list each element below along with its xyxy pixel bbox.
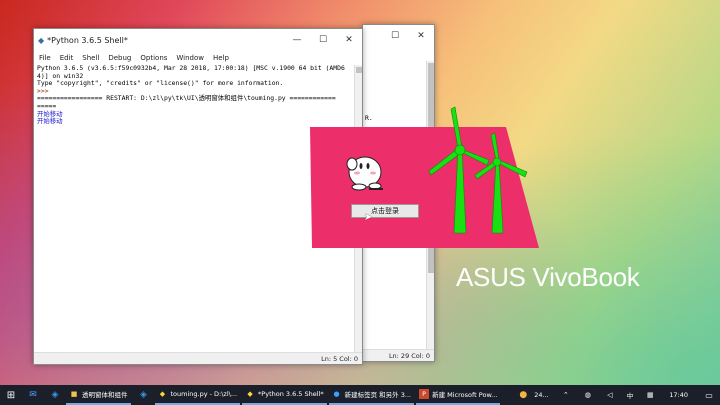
pinned-app-icon[interactable]: ✉ bbox=[25, 387, 41, 403]
network-icon[interactable]: ◍ bbox=[580, 387, 596, 403]
shell-titlebar: ◆ *Python 3.6.5 Shell* — ☐ ✕ bbox=[34, 29, 362, 51]
mouse-cursor-icon: ➤ bbox=[364, 212, 373, 223]
taskbar-app-shell[interactable]: ◆ *Python 3.6.5 Shell* bbox=[242, 385, 327, 405]
taskbar: ⊞ ✉ ◈ ■ 透明窗体和组件 ◈ ◆ touming.py - D:\zl\...… bbox=[0, 385, 720, 405]
keyboard-icon[interactable]: ▦ bbox=[642, 387, 658, 403]
menu-options[interactable]: Options bbox=[140, 54, 167, 62]
shell-status: Ln: 5 Col: 0 bbox=[34, 352, 362, 364]
menu-edit[interactable]: Edit bbox=[60, 54, 74, 62]
vscode-window-icon[interactable]: ◈ bbox=[136, 387, 152, 403]
taskbar-app-browser[interactable]: ● 新建标签页 和另外 3... bbox=[328, 385, 415, 405]
python-file-icon: ◆ bbox=[159, 390, 166, 398]
python-icon: ◆ bbox=[247, 390, 253, 398]
taskbar-app-powerpoint[interactable]: P 新建 Microsoft Pow... bbox=[416, 385, 501, 405]
windows-start-icon[interactable]: ⊞ bbox=[3, 387, 19, 403]
weather-icon[interactable]: ● bbox=[515, 387, 531, 403]
shell-text-area[interactable]: Python 3.6.5 (v3.6.5:f59c0932b4, Mar 28 … bbox=[37, 64, 352, 350]
edge-icon: ● bbox=[333, 390, 340, 398]
shell-line: Type "copyright", "credits" or "license(… bbox=[37, 79, 284, 88]
brand-logo-text: ASUS VivoBook bbox=[456, 262, 640, 292]
editor-titlebar: ☐ ✕ bbox=[363, 25, 434, 47]
editor-close-button[interactable]: ✕ bbox=[408, 25, 434, 47]
system-tray-icon[interactable]: ⌃ bbox=[558, 387, 574, 403]
editor-maximize-button[interactable]: ☐ bbox=[382, 25, 408, 47]
folder-icon: ■ bbox=[70, 390, 78, 398]
volume-icon[interactable]: ◁ bbox=[602, 387, 618, 403]
shell-maximize-button[interactable]: ☐ bbox=[310, 29, 336, 51]
menu-file[interactable]: File bbox=[39, 54, 51, 62]
shell-close-button[interactable]: ✕ bbox=[336, 29, 362, 51]
shell-restart-line: ================= RESTART: D:\zl\py\tk\U… bbox=[37, 94, 336, 103]
wind-turbine-image bbox=[428, 106, 528, 234]
shell-title: *Python 3.6.5 Shell* bbox=[47, 35, 128, 45]
editor-status: Ln: 29 Col: 0 bbox=[363, 349, 434, 361]
notification-icon[interactable]: ▭ bbox=[701, 387, 717, 403]
clock[interactable]: 17:40 bbox=[669, 391, 688, 399]
python-icon: ◆ bbox=[38, 35, 45, 45]
menu-shell[interactable]: Shell bbox=[82, 54, 99, 62]
kirby-character-image bbox=[346, 156, 383, 191]
vscode-icon[interactable]: ◈ bbox=[47, 387, 63, 403]
menu-debug[interactable]: Debug bbox=[108, 54, 131, 62]
login-button[interactable]: 点击登录 bbox=[351, 204, 419, 218]
taskbar-app-editor[interactable]: ◆ touming.py - D:\zl\... bbox=[154, 385, 241, 405]
weather-text: 24... bbox=[534, 391, 549, 399]
taskbar-app-folder[interactable]: ■ 透明窗体和组件 bbox=[66, 385, 131, 405]
menu-window[interactable]: Window bbox=[176, 54, 204, 62]
shell-menubar: File Edit Shell Debug Options Window Hel… bbox=[34, 51, 362, 65]
menu-help[interactable]: Help bbox=[213, 54, 229, 62]
shell-line: Python 3.6.5 (v3.6.5:f59c0932b4, Mar 28 … bbox=[37, 64, 345, 72]
shell-minimize-button[interactable]: — bbox=[284, 29, 310, 51]
powerpoint-icon: P bbox=[419, 389, 430, 399]
ime-indicator[interactable]: 中 bbox=[627, 390, 634, 400]
editor-text: R. bbox=[365, 114, 373, 122]
shell-output: 开始移动 bbox=[37, 117, 63, 126]
